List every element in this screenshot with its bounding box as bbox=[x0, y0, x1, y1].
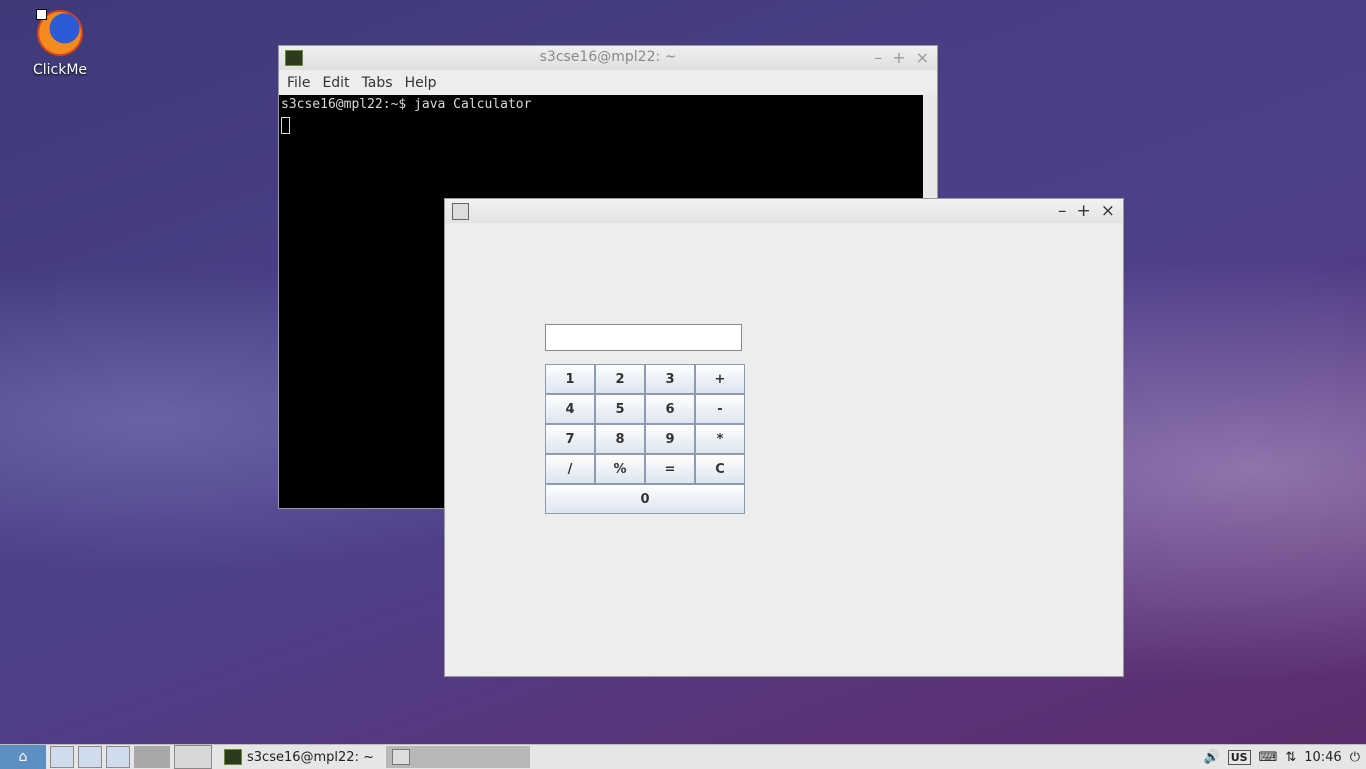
desktop-shortcut[interactable]: ClickMe bbox=[24, 6, 96, 78]
menu-edit[interactable]: Edit bbox=[316, 75, 355, 91]
text-cursor bbox=[281, 117, 290, 134]
maximize-button[interactable]: + bbox=[1077, 201, 1091, 221]
key-1[interactable]: 1 bbox=[545, 364, 595, 394]
task-label: s3cse16@mpl22: ~ bbox=[247, 749, 374, 765]
key-clear[interactable]: C bbox=[695, 454, 745, 484]
desktop-shortcut-label: ClickMe bbox=[32, 62, 88, 78]
calculator-display[interactable] bbox=[545, 324, 742, 351]
java-icon bbox=[391, 749, 410, 765]
network-icon[interactable]: ⇅ bbox=[1285, 750, 1296, 765]
key-divide[interactable]: / bbox=[545, 454, 595, 484]
workspace-1[interactable] bbox=[134, 746, 170, 768]
key-0[interactable]: 0 bbox=[545, 484, 745, 514]
desktop: ClickMe s3cse16@mpl22: ~ – + × File Edit… bbox=[0, 0, 1366, 769]
minimize-button[interactable]: – bbox=[874, 48, 882, 67]
key-modulo[interactable]: % bbox=[595, 454, 645, 484]
task-terminal[interactable]: s3cse16@mpl22: ~ bbox=[218, 746, 380, 768]
clock[interactable]: 10:46 bbox=[1304, 750, 1341, 765]
terminal-line: s3cse16@mpl22:~$ java Calculator bbox=[281, 97, 532, 112]
settings-launcher-icon[interactable] bbox=[78, 746, 102, 768]
menu-tabs[interactable]: Tabs bbox=[356, 75, 399, 91]
start-menu-button[interactable]: ⌂ bbox=[0, 745, 46, 769]
power-icon[interactable]: ⏻ bbox=[1350, 750, 1360, 765]
menu-bar: File Edit Tabs Help bbox=[279, 70, 937, 95]
key-5[interactable]: 5 bbox=[595, 394, 645, 424]
system-tray: 🔊 US ⌨ ⇅ 10:46 ⏻ bbox=[1204, 749, 1366, 765]
key-2[interactable]: 2 bbox=[595, 364, 645, 394]
close-button[interactable]: × bbox=[1101, 201, 1115, 221]
key-8[interactable]: 8 bbox=[595, 424, 645, 454]
key-equals[interactable]: = bbox=[645, 454, 695, 484]
keypad: 1 2 3 + 4 5 6 - 7 8 9 * / % = C 0 bbox=[545, 364, 745, 514]
start-menu-icon: ⌂ bbox=[18, 749, 28, 765]
calculator-titlebar[interactable]: – + × bbox=[445, 199, 1123, 223]
key-plus[interactable]: + bbox=[695, 364, 745, 394]
key-7[interactable]: 7 bbox=[545, 424, 595, 454]
menu-help[interactable]: Help bbox=[399, 75, 443, 91]
calculator-window: – + × 1 2 3 + 4 5 6 - 7 8 9 * / % = C 0 bbox=[444, 198, 1124, 677]
java-icon bbox=[452, 203, 469, 220]
close-button[interactable]: × bbox=[916, 48, 929, 67]
mouse-pointer bbox=[36, 9, 47, 20]
taskbar: ⌂ s3cse16@mpl22: ~ 🔊 US ⌨ ⇅ 10:46 ⏻ bbox=[0, 744, 1366, 769]
workspace-2[interactable] bbox=[174, 745, 212, 769]
keyboard-layout-indicator[interactable]: US bbox=[1227, 749, 1251, 765]
window-title: s3cse16@mpl22: ~ bbox=[539, 49, 677, 65]
task-calculator[interactable] bbox=[385, 746, 530, 768]
show-desktop-icon[interactable] bbox=[106, 746, 130, 768]
key-6[interactable]: 6 bbox=[645, 394, 695, 424]
key-4[interactable]: 4 bbox=[545, 394, 595, 424]
key-multiply[interactable]: * bbox=[695, 424, 745, 454]
terminal-icon bbox=[224, 749, 242, 765]
volume-icon[interactable]: 🔊 bbox=[1204, 750, 1220, 765]
maximize-button[interactable]: + bbox=[892, 48, 905, 67]
minimize-button[interactable]: – bbox=[1058, 201, 1067, 221]
keyboard-icon[interactable]: ⌨ bbox=[1259, 750, 1278, 765]
menu-file[interactable]: File bbox=[281, 75, 316, 91]
key-3[interactable]: 3 bbox=[645, 364, 695, 394]
terminal-titlebar[interactable]: s3cse16@mpl22: ~ – + × bbox=[279, 46, 937, 70]
key-9[interactable]: 9 bbox=[645, 424, 695, 454]
key-minus[interactable]: - bbox=[695, 394, 745, 424]
file-manager-launcher-icon[interactable] bbox=[50, 746, 74, 768]
